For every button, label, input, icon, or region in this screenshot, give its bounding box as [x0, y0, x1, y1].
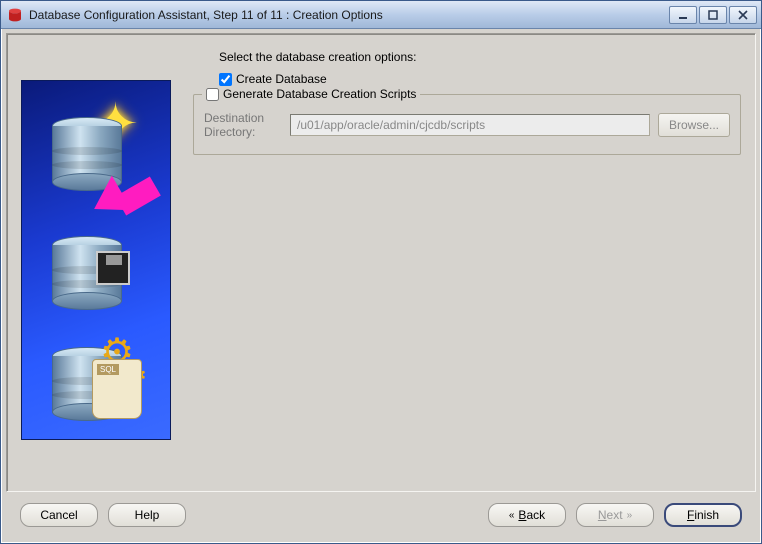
create-database-label: Create Database	[236, 72, 327, 86]
chevron-right-icon: »	[627, 510, 633, 521]
dialog-window: Database Configuration Assistant, Step 1…	[0, 0, 762, 544]
generate-scripts-legend[interactable]: Generate Database Creation Scripts	[202, 87, 420, 101]
sql-script-icon	[92, 359, 142, 419]
app-icon	[7, 7, 23, 23]
generate-scripts-group: Generate Database Creation Scripts Desti…	[193, 94, 741, 155]
generate-scripts-checkbox[interactable]	[206, 88, 219, 101]
chevron-left-icon: «	[509, 510, 515, 521]
window-title: Database Configuration Assistant, Step 1…	[29, 8, 669, 22]
destination-directory-label: Destination Directory:	[204, 111, 282, 140]
instruction-text: Select the database creation options:	[219, 50, 741, 64]
main-panel: Select the database creation options: Cr…	[189, 48, 741, 477]
client-area: ✦ ⚙	[1, 29, 761, 543]
cancel-button[interactable]: Cancel	[20, 503, 98, 527]
close-button[interactable]	[729, 6, 757, 24]
floppy-disk-icon	[96, 251, 130, 285]
browse-button[interactable]: Browse...	[658, 113, 730, 137]
content-frame: ✦ ⚙	[6, 33, 756, 492]
generate-scripts-label: Generate Database Creation Scripts	[223, 87, 416, 101]
finish-button[interactable]: Finish	[664, 503, 742, 527]
create-database-option[interactable]: Create Database	[219, 72, 741, 86]
minimize-button[interactable]	[669, 6, 697, 24]
maximize-button[interactable]	[699, 6, 727, 24]
wizard-footer: Cancel Help « Back Next » Finish	[6, 492, 756, 538]
create-database-checkbox[interactable]	[219, 73, 232, 86]
next-button[interactable]: Next »	[576, 503, 654, 527]
window-controls	[669, 6, 757, 24]
wizard-side-image: ✦ ⚙	[21, 80, 171, 440]
destination-directory-input[interactable]	[290, 114, 650, 136]
help-button[interactable]: Help	[108, 503, 186, 527]
titlebar[interactable]: Database Configuration Assistant, Step 1…	[1, 1, 761, 29]
back-button[interactable]: « Back	[488, 503, 566, 527]
